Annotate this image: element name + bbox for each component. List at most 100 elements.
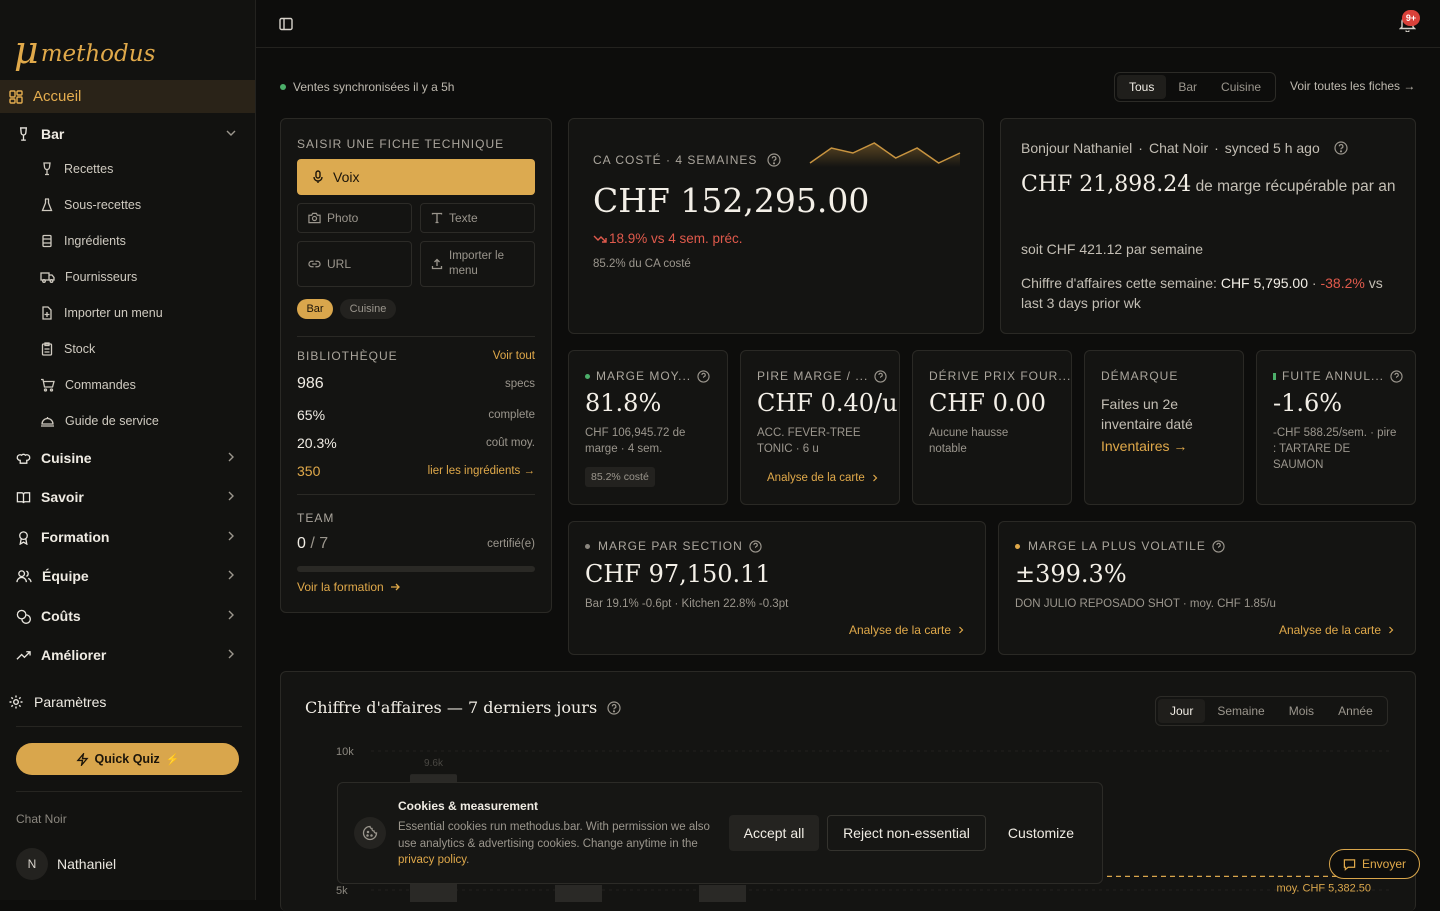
kpi-price-drift-sub: Aucune hausse notable: [929, 427, 1009, 455]
kpi-worst-margin-sub: ACC. FEVER-TREE TONIC · 6 u: [757, 427, 861, 455]
library-unlinked-value: 350: [297, 463, 321, 479]
period-jour[interactable]: Jour: [1158, 699, 1206, 723]
help-icon[interactable]: [1390, 369, 1403, 383]
url-button[interactable]: URL: [297, 241, 412, 287]
nav-home[interactable]: Accueil: [0, 80, 255, 113]
greeting-rev-label: Chiffre d'affaires cette semaine:: [1021, 275, 1217, 291]
nav-savoir[interactable]: Savoir: [0, 480, 255, 514]
kpi-price-drift-label: DÉRIVE PRIX FOUR...: [929, 369, 1072, 383]
library-complete-value: 65%: [297, 407, 326, 423]
user-menu[interactable]: N Nathaniel: [16, 848, 116, 880]
link-ingredients-link[interactable]: lier les ingrédients →: [428, 465, 535, 477]
tag-cuisine[interactable]: Cuisine: [340, 299, 396, 319]
nav-bar-label: Bar: [41, 126, 65, 142]
filter-bar[interactable]: Bar: [1166, 75, 1209, 99]
nav-bar[interactable]: Bar: [0, 117, 255, 151]
team-progress-bar: [297, 566, 535, 572]
chevron-right-icon: [225, 530, 237, 542]
reject-non-essential-button[interactable]: Reject non-essential: [827, 815, 986, 851]
filter-tous[interactable]: Tous: [1117, 75, 1167, 99]
clipboard-icon: [40, 342, 54, 356]
help-icon[interactable]: [767, 153, 781, 167]
greeting-rev-sep: ·: [1311, 275, 1317, 291]
send-feedback-button[interactable]: Envoyer: [1329, 849, 1420, 879]
nav-bar-ingredients[interactable]: Ingrédients: [40, 225, 126, 257]
all-sheets-link[interactable]: Voir toutes les fiches →: [1290, 79, 1415, 93]
cookie-title: Cookies & measurement: [398, 799, 539, 813]
nav-bar-guide-service[interactable]: Guide de service: [40, 405, 159, 437]
quick-quiz-button[interactable]: Quick Quiz ⚡: [16, 743, 239, 775]
nav-cuisine[interactable]: Cuisine: [0, 441, 255, 475]
section-margin-value: CHF 97,150.11: [585, 560, 771, 588]
kpi-markdown-card: DÉMARQUE Faites un 2e inventaire daté In…: [1084, 350, 1244, 505]
import-menu-button[interactable]: Importer le menu: [420, 241, 535, 287]
period-mois[interactable]: Mois: [1277, 699, 1326, 723]
volatile-link[interactable]: Analyse de la carte: [1279, 623, 1395, 637]
help-icon[interactable]: [1334, 141, 1348, 155]
nav-bar-fournisseurs[interactable]: Fournisseurs: [40, 261, 137, 293]
help-icon[interactable]: [749, 539, 762, 553]
nav-ameliorer[interactable]: Améliorer: [0, 638, 255, 672]
kpi-margin-chip: 85.2% costé: [585, 467, 655, 487]
users-icon: [16, 569, 32, 584]
nav-equipe-label: Équipe: [42, 568, 89, 584]
trending-up-icon: [16, 648, 31, 663]
kpi-price-drift-value: CHF 0.00: [929, 389, 1047, 417]
volatile-sub: DON JULIO REPOSADO SHOT · moy. CHF 1.85/…: [1015, 598, 1276, 610]
nav-bar-sous-recettes[interactable]: Sous-recettes: [40, 189, 141, 221]
library-see-all[interactable]: Voir tout: [493, 350, 535, 362]
nav-couts[interactable]: Coûts: [0, 599, 255, 633]
help-icon[interactable]: [874, 369, 887, 383]
kpi-markdown-text: Faites un 2e inventaire daté: [1101, 396, 1193, 432]
nav-couts-label: Coûts: [41, 608, 81, 624]
nav-formation[interactable]: Formation: [0, 520, 255, 554]
voice-button[interactable]: Voix: [297, 159, 535, 195]
nav-bar-importer-menu[interactable]: Importer un menu: [40, 297, 163, 329]
photo-button[interactable]: Photo: [297, 203, 412, 233]
mic-icon: [311, 170, 325, 184]
greeting-card: Bonjour Nathaniel · Chat Noir · synced 5…: [1000, 118, 1416, 334]
chevron-right-icon: [871, 474, 879, 482]
book-icon: [16, 490, 31, 505]
tag-bar[interactable]: Bar: [297, 299, 333, 319]
nav-bar-stock[interactable]: Stock: [40, 333, 95, 365]
truck-icon: [40, 270, 55, 284]
period-semaine[interactable]: Semaine: [1205, 699, 1276, 723]
kpi-margin-sub: CHF 106,945.72 de marge · 4 sem.: [585, 427, 686, 455]
ca-value: CHF 152,295.00: [593, 181, 870, 220]
inventories-link[interactable]: Inventaires →: [1101, 438, 1187, 454]
filter-cuisine[interactable]: Cuisine: [1209, 75, 1273, 99]
help-icon[interactable]: [1212, 539, 1225, 553]
training-link[interactable]: Voir la formation: [297, 580, 400, 594]
customize-button[interactable]: Customize: [994, 815, 1088, 851]
camera-icon: [308, 212, 321, 224]
privacy-policy-link[interactable]: privacy policy: [398, 854, 466, 866]
sidebar-toggle-icon[interactable]: [279, 17, 293, 31]
nav-settings[interactable]: Paramètres: [0, 685, 255, 719]
library-cost-label: coût moy.: [486, 437, 535, 449]
section-margin-sub: Bar 19.1% -0.6pt · Kitchen 22.8% -0.3pt: [585, 598, 789, 610]
library-complete-label: complete: [488, 409, 535, 421]
nav-bar-commandes[interactable]: Commandes: [40, 369, 136, 401]
cookie-banner: Cookies & measurement Essential cookies …: [337, 782, 1103, 884]
accept-all-button[interactable]: Accept all: [729, 815, 819, 851]
help-icon[interactable]: [697, 369, 710, 383]
brand-logo[interactable]: μ methodus: [14, 31, 155, 69]
bar-value-label: 9.6k: [424, 758, 444, 769]
kpi-worst-margin-link[interactable]: Analyse de la carte: [767, 472, 879, 484]
status-dot: [585, 543, 590, 549]
help-icon[interactable]: [607, 700, 621, 715]
nav-home-label: Accueil: [33, 88, 82, 105]
greeting-sep: ·: [1138, 140, 1143, 156]
nav-equipe[interactable]: Équipe: [0, 559, 255, 593]
nav-bar-recettes-label: Recettes: [64, 162, 114, 176]
section-margin-link[interactable]: Analyse de la carte: [849, 623, 965, 637]
ca-delta: 18.9% vs 4 sem. préc.: [609, 231, 743, 246]
section-margin-card: MARGE PAR SECTION CHF 97,150.11 Bar 19.1…: [568, 521, 986, 655]
period-annee[interactable]: Année: [1326, 699, 1385, 723]
text-button[interactable]: Texte: [420, 203, 535, 233]
greeting-synced: synced 5 h ago: [1224, 140, 1320, 156]
file-plus-icon: [40, 306, 54, 320]
nav-bar-guide-service-label: Guide de service: [65, 414, 159, 428]
nav-bar-recettes[interactable]: Recettes: [40, 153, 113, 185]
